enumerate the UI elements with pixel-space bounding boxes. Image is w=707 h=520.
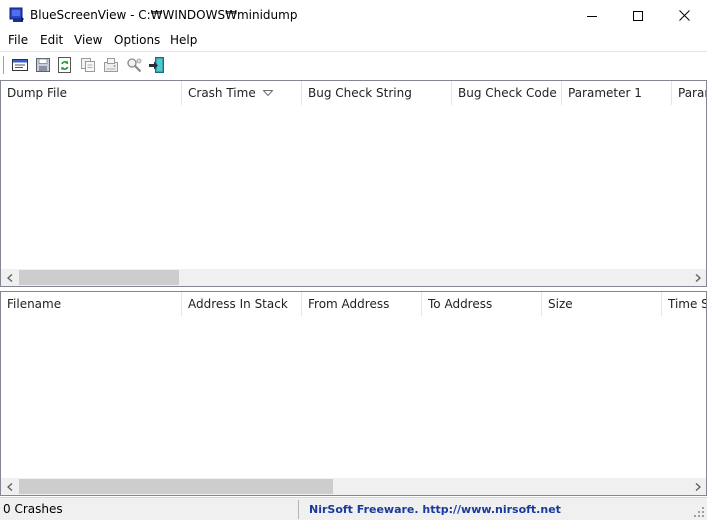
- maximize-button[interactable]: [615, 0, 661, 31]
- driver-list-header: Filename Address In Stack From Address T…: [1, 292, 706, 316]
- column-header-dump-file[interactable]: Dump File: [1, 81, 182, 105]
- nirsoft-link[interactable]: NirSoft Freeware. http://www.nirsoft.net: [309, 500, 561, 519]
- menu-file[interactable]: File: [8, 33, 28, 47]
- column-header-address-in-stack[interactable]: Address In Stack: [182, 292, 302, 316]
- scroll-left-icon[interactable]: [1, 269, 18, 286]
- crash-list[interactable]: Dump File Crash Time Bug Check String Bu…: [0, 80, 707, 287]
- column-header-size[interactable]: Size: [542, 292, 662, 316]
- column-header-bug-check-string[interactable]: Bug Check String: [302, 81, 452, 105]
- column-header-parameter-1[interactable]: Parameter 1: [562, 81, 672, 105]
- column-header-from-address[interactable]: From Address: [302, 292, 422, 316]
- driver-list-horizontal-scrollbar[interactable]: [1, 478, 706, 495]
- column-header-to-address[interactable]: To Address: [422, 292, 542, 316]
- driver-list[interactable]: Filename Address In Stack From Address T…: [0, 291, 707, 496]
- status-bar: 0 Crashes NirSoft Freeware. http://www.n…: [0, 497, 707, 520]
- menu-options[interactable]: Options: [114, 33, 160, 47]
- copy-icon[interactable]: [79, 56, 97, 74]
- exit-icon[interactable]: [148, 56, 166, 74]
- crash-list-scroll-thumb[interactable]: [19, 270, 179, 285]
- bluescreenview-app-icon: [9, 7, 25, 23]
- window-title: BlueScreenView - C:₩WINDOWS₩minidump: [30, 8, 298, 22]
- menu-edit[interactable]: Edit: [40, 33, 63, 47]
- title-bar[interactable]: BlueScreenView - C:₩WINDOWS₩minidump: [0, 0, 707, 31]
- scroll-right-icon[interactable]: [689, 478, 706, 495]
- save-icon[interactable]: [34, 56, 52, 74]
- minimize-icon: [587, 15, 597, 17]
- refresh-icon[interactable]: [56, 56, 74, 74]
- column-header-crash-time-label: Crash Time: [188, 86, 256, 100]
- close-button[interactable]: [661, 0, 707, 31]
- minimize-button[interactable]: [569, 0, 615, 31]
- find-icon[interactable]: [125, 56, 143, 74]
- menu-bar: File Edit View Options Help: [0, 31, 707, 51]
- menu-help[interactable]: Help: [170, 33, 197, 47]
- resize-grip-icon[interactable]: [693, 506, 705, 518]
- toolbar-grip[interactable]: [3, 56, 5, 74]
- close-icon: [678, 10, 690, 21]
- column-header-time-stamp[interactable]: Time S: [662, 292, 706, 316]
- html-report-icon[interactable]: [102, 56, 120, 74]
- crash-list-header: Dump File Crash Time Bug Check String Bu…: [1, 81, 706, 105]
- properties-window-icon[interactable]: [11, 56, 29, 74]
- maximize-icon: [633, 10, 643, 21]
- toolbar: [0, 51, 707, 78]
- scroll-left-icon[interactable]: [1, 478, 18, 495]
- column-header-crash-time[interactable]: Crash Time: [182, 81, 302, 105]
- column-header-bug-check-code[interactable]: Bug Check Code: [452, 81, 562, 105]
- menu-view[interactable]: View: [74, 33, 102, 47]
- scroll-right-icon[interactable]: [689, 269, 706, 286]
- sort-descending-icon: [263, 90, 273, 96]
- column-header-filename[interactable]: Filename: [1, 292, 182, 316]
- driver-list-scroll-thumb[interactable]: [19, 479, 333, 494]
- crash-list-horizontal-scrollbar[interactable]: [1, 269, 706, 286]
- crash-count: 0 Crashes: [3, 500, 299, 519]
- column-header-parameter-2[interactable]: Param: [672, 81, 706, 105]
